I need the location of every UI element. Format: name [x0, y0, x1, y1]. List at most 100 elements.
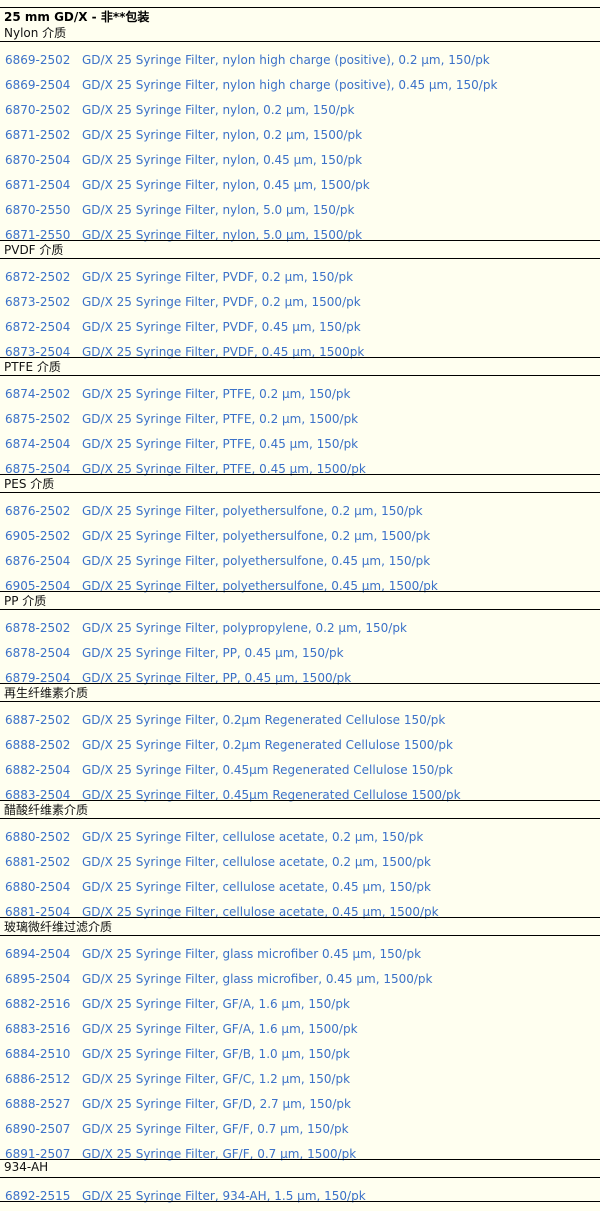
product-code-link[interactable]: 6880-2502	[5, 830, 70, 844]
product-code-link[interactable]: 6884-2510	[5, 1047, 70, 1061]
product-description-link[interactable]: GD/X 25 Syringe Filter, nylon, 0.2 µm, 1…	[82, 128, 362, 142]
product-description-link[interactable]: GD/X 25 Syringe Filter, nylon, 0.2 µm, 1…	[82, 103, 354, 117]
product-code-link[interactable]: 6871-2502	[5, 128, 70, 142]
product-description-link[interactable]: GD/X 25 Syringe Filter, PVDF, 0.45 µm, 1…	[82, 320, 361, 334]
product-code-link[interactable]: 6895-2504	[5, 972, 70, 986]
product-row: 6870-2550 GD/X 25 Syringe Filter, nylon, …	[0, 197, 600, 222]
product-row: 6888-2527 GD/X 25 Syringe Filter, GF/D, 2…	[0, 1091, 600, 1116]
group-label-separator	[0, 701, 600, 702]
product-code-link[interactable]: 6870-2504	[5, 153, 70, 167]
product-code-link[interactable]: 6876-2502	[5, 504, 70, 518]
product-row: 6882-2504 GD/X 25 Syringe Filter, 0.45µm …	[0, 757, 600, 782]
group-label-separator	[0, 609, 600, 610]
product-description-link[interactable]: GD/X 25 Syringe Filter, 0.2µm Regenerate…	[82, 738, 453, 752]
product-description-link[interactable]: GD/X 25 Syringe Filter, 0.2µm Regenerate…	[82, 713, 445, 727]
group-label: 醋酸纤维素介质	[4, 803, 89, 817]
product-code-link[interactable]: 6873-2502	[5, 295, 70, 309]
product-row: 6895-2504 GD/X 25 Syringe Filter, glass m…	[0, 966, 600, 991]
product-description-link[interactable]: GD/X 25 Syringe Filter, cellulose acetat…	[82, 880, 431, 894]
product-description-link[interactable]: GD/X 25 Syringe Filter, nylon, 5.0 µm, 1…	[82, 203, 354, 217]
clipped-top-link-strip	[0, 0, 600, 6]
product-description-link[interactable]: GD/X 25 Syringe Filter, PP, 0.45 µm, 150…	[82, 646, 344, 660]
group-label: PES 介质	[4, 477, 55, 491]
product-row: 6875-2504 GD/X 25 Syringe Filter, PTFE, 0…	[0, 456, 600, 481]
group-label-separator	[0, 818, 600, 819]
product-code-link[interactable]: 6888-2527	[5, 1097, 70, 1111]
product-description-link[interactable]: GD/X 25 Syringe Filter, GF/F, 0.7 µm, 15…	[82, 1122, 349, 1136]
product-description-link[interactable]: GD/X 25 Syringe Filter, nylon high charg…	[82, 78, 497, 92]
product-code-link[interactable]: 6872-2504	[5, 320, 70, 334]
product-row: 6887-2502 GD/X 25 Syringe Filter, 0.2µm R…	[0, 707, 600, 732]
product-code-link[interactable]: 6870-2550	[5, 203, 70, 217]
product-code-link[interactable]: 6905-2502	[5, 529, 70, 543]
product-row: 6871-2550 GD/X 25 Syringe Filter, nylon, …	[0, 222, 600, 247]
group-label-separator	[0, 375, 600, 376]
product-description-link[interactable]: GD/X 25 Syringe Filter, GF/A, 1.6 µm, 15…	[82, 1022, 358, 1036]
group-label-separator	[0, 41, 600, 42]
section-title: 25 mm GD/X - 非**包装	[4, 10, 150, 24]
product-description-link[interactable]: GD/X 25 Syringe Filter, PVDF, 0.2 µm, 15…	[82, 270, 353, 284]
product-description-link[interactable]: GD/X 25 Syringe Filter, glass microfiber…	[82, 947, 421, 961]
product-description-link[interactable]: GD/X 25 Syringe Filter, PTFE, 0.45 µm, 1…	[82, 437, 358, 451]
product-code-link[interactable]: 6881-2502	[5, 855, 70, 869]
group-separator	[0, 474, 600, 475]
product-code-link[interactable]: 6880-2504	[5, 880, 70, 894]
product-description-link[interactable]: GD/X 25 Syringe Filter, polypropylene, 0…	[82, 621, 407, 635]
product-description-link[interactable]: GD/X 25 Syringe Filter, GF/B, 1.0 µm, 15…	[82, 1047, 350, 1061]
product-row: 6876-2504 GD/X 25 Syringe Filter, polyeth…	[0, 548, 600, 573]
product-code-link[interactable]: 6887-2502	[5, 713, 70, 727]
product-row: 6873-2504 GD/X 25 Syringe Filter, PVDF, 0…	[0, 339, 600, 364]
product-description-link[interactable]: GD/X 25 Syringe Filter, cellulose acetat…	[82, 855, 431, 869]
product-row: 6886-2512 GD/X 25 Syringe Filter, GF/C, 1…	[0, 1066, 600, 1091]
product-description-link[interactable]: GD/X 25 Syringe Filter, 0.45µm Regenerat…	[82, 763, 453, 777]
product-description-link[interactable]: GD/X 25 Syringe Filter, polyethersulfone…	[82, 504, 423, 518]
product-description-link[interactable]: GD/X 25 Syringe Filter, GF/A, 1.6 µm, 15…	[82, 997, 350, 1011]
product-code-link[interactable]: 6878-2502	[5, 621, 70, 635]
product-code-link[interactable]: 6869-2504	[5, 78, 70, 92]
product-row: 6872-2504 GD/X 25 Syringe Filter, PVDF, 0…	[0, 314, 600, 339]
product-description-link[interactable]: GD/X 25 Syringe Filter, PTFE, 0.2 µm, 15…	[82, 387, 351, 401]
product-description-link[interactable]: GD/X 25 Syringe Filter, nylon, 0.45 µm, …	[82, 178, 370, 192]
group-label: PVDF 介质	[4, 243, 64, 257]
product-row: 6870-2502 GD/X 25 Syringe Filter, nylon, …	[0, 97, 600, 122]
product-code-link[interactable]: 6883-2516	[5, 1022, 70, 1036]
product-description-link[interactable]: GD/X 25 Syringe Filter, glass microfiber…	[82, 972, 432, 986]
product-code-link[interactable]: 6876-2504	[5, 554, 70, 568]
product-description-link[interactable]: GD/X 25 Syringe Filter, nylon, 0.45 µm, …	[82, 153, 362, 167]
group-label-separator	[0, 1177, 600, 1178]
product-code-link[interactable]: 6874-2502	[5, 387, 70, 401]
product-code-link[interactable]: 6890-2507	[5, 1122, 70, 1136]
group-label: PP 介质	[4, 594, 47, 608]
product-description-link[interactable]: GD/X 25 Syringe Filter, cellulose acetat…	[82, 830, 423, 844]
product-row: 6882-2516 GD/X 25 Syringe Filter, GF/A, 1…	[0, 991, 600, 1016]
product-description-link[interactable]: GD/X 25 Syringe Filter, PTFE, 0.2 µm, 15…	[82, 412, 358, 426]
product-row: 6878-2504 GD/X 25 Syringe Filter, PP, 0.4…	[0, 640, 600, 665]
product-code-link[interactable]: 6875-2502	[5, 412, 70, 426]
product-row: 6880-2502 GD/X 25 Syringe Filter, cellulo…	[0, 824, 600, 849]
product-row: 6878-2502 GD/X 25 Syringe Filter, polypro…	[0, 615, 600, 640]
product-description-link[interactable]: GD/X 25 Syringe Filter, GF/D, 2.7 µm, 15…	[82, 1097, 351, 1111]
product-row: 6870-2504 GD/X 25 Syringe Filter, nylon, …	[0, 147, 600, 172]
group-label: PTFE 介质	[4, 360, 61, 374]
product-code-link[interactable]: 6878-2504	[5, 646, 70, 660]
product-code-link[interactable]: 6872-2502	[5, 270, 70, 284]
product-code-link[interactable]: 6869-2502	[5, 53, 70, 67]
product-description-link[interactable]: GD/X 25 Syringe Filter, polyethersulfone…	[82, 554, 430, 568]
product-code-link[interactable]: 6882-2504	[5, 763, 70, 777]
product-description-link[interactable]: GD/X 25 Syringe Filter, PVDF, 0.2 µm, 15…	[82, 295, 361, 309]
product-description-link[interactable]: GD/X 25 Syringe Filter, polyethersulfone…	[82, 529, 430, 543]
product-code-link[interactable]: 6894-2504	[5, 947, 70, 961]
product-description-link[interactable]: GD/X 25 Syringe Filter, nylon high charg…	[82, 53, 490, 67]
product-description-link[interactable]: GD/X 25 Syringe Filter, GF/C, 1.2 µm, 15…	[82, 1072, 350, 1086]
product-code-link[interactable]: 6870-2502	[5, 103, 70, 117]
product-code-link[interactable]: 6882-2516	[5, 997, 70, 1011]
group-label: Nylon 介质	[4, 26, 67, 40]
group-separator	[0, 1201, 600, 1202]
product-code-link[interactable]: 6871-2504	[5, 178, 70, 192]
product-code-link[interactable]: 6886-2512	[5, 1072, 70, 1086]
product-code-link[interactable]: 6888-2502	[5, 738, 70, 752]
product-code-link[interactable]: 6874-2504	[5, 437, 70, 451]
product-row: 6883-2504 GD/X 25 Syringe Filter, 0.45µm …	[0, 782, 600, 807]
product-row: 6872-2502 GD/X 25 Syringe Filter, PVDF, 0…	[0, 264, 600, 289]
product-row: 6880-2504 GD/X 25 Syringe Filter, cellulo…	[0, 874, 600, 899]
